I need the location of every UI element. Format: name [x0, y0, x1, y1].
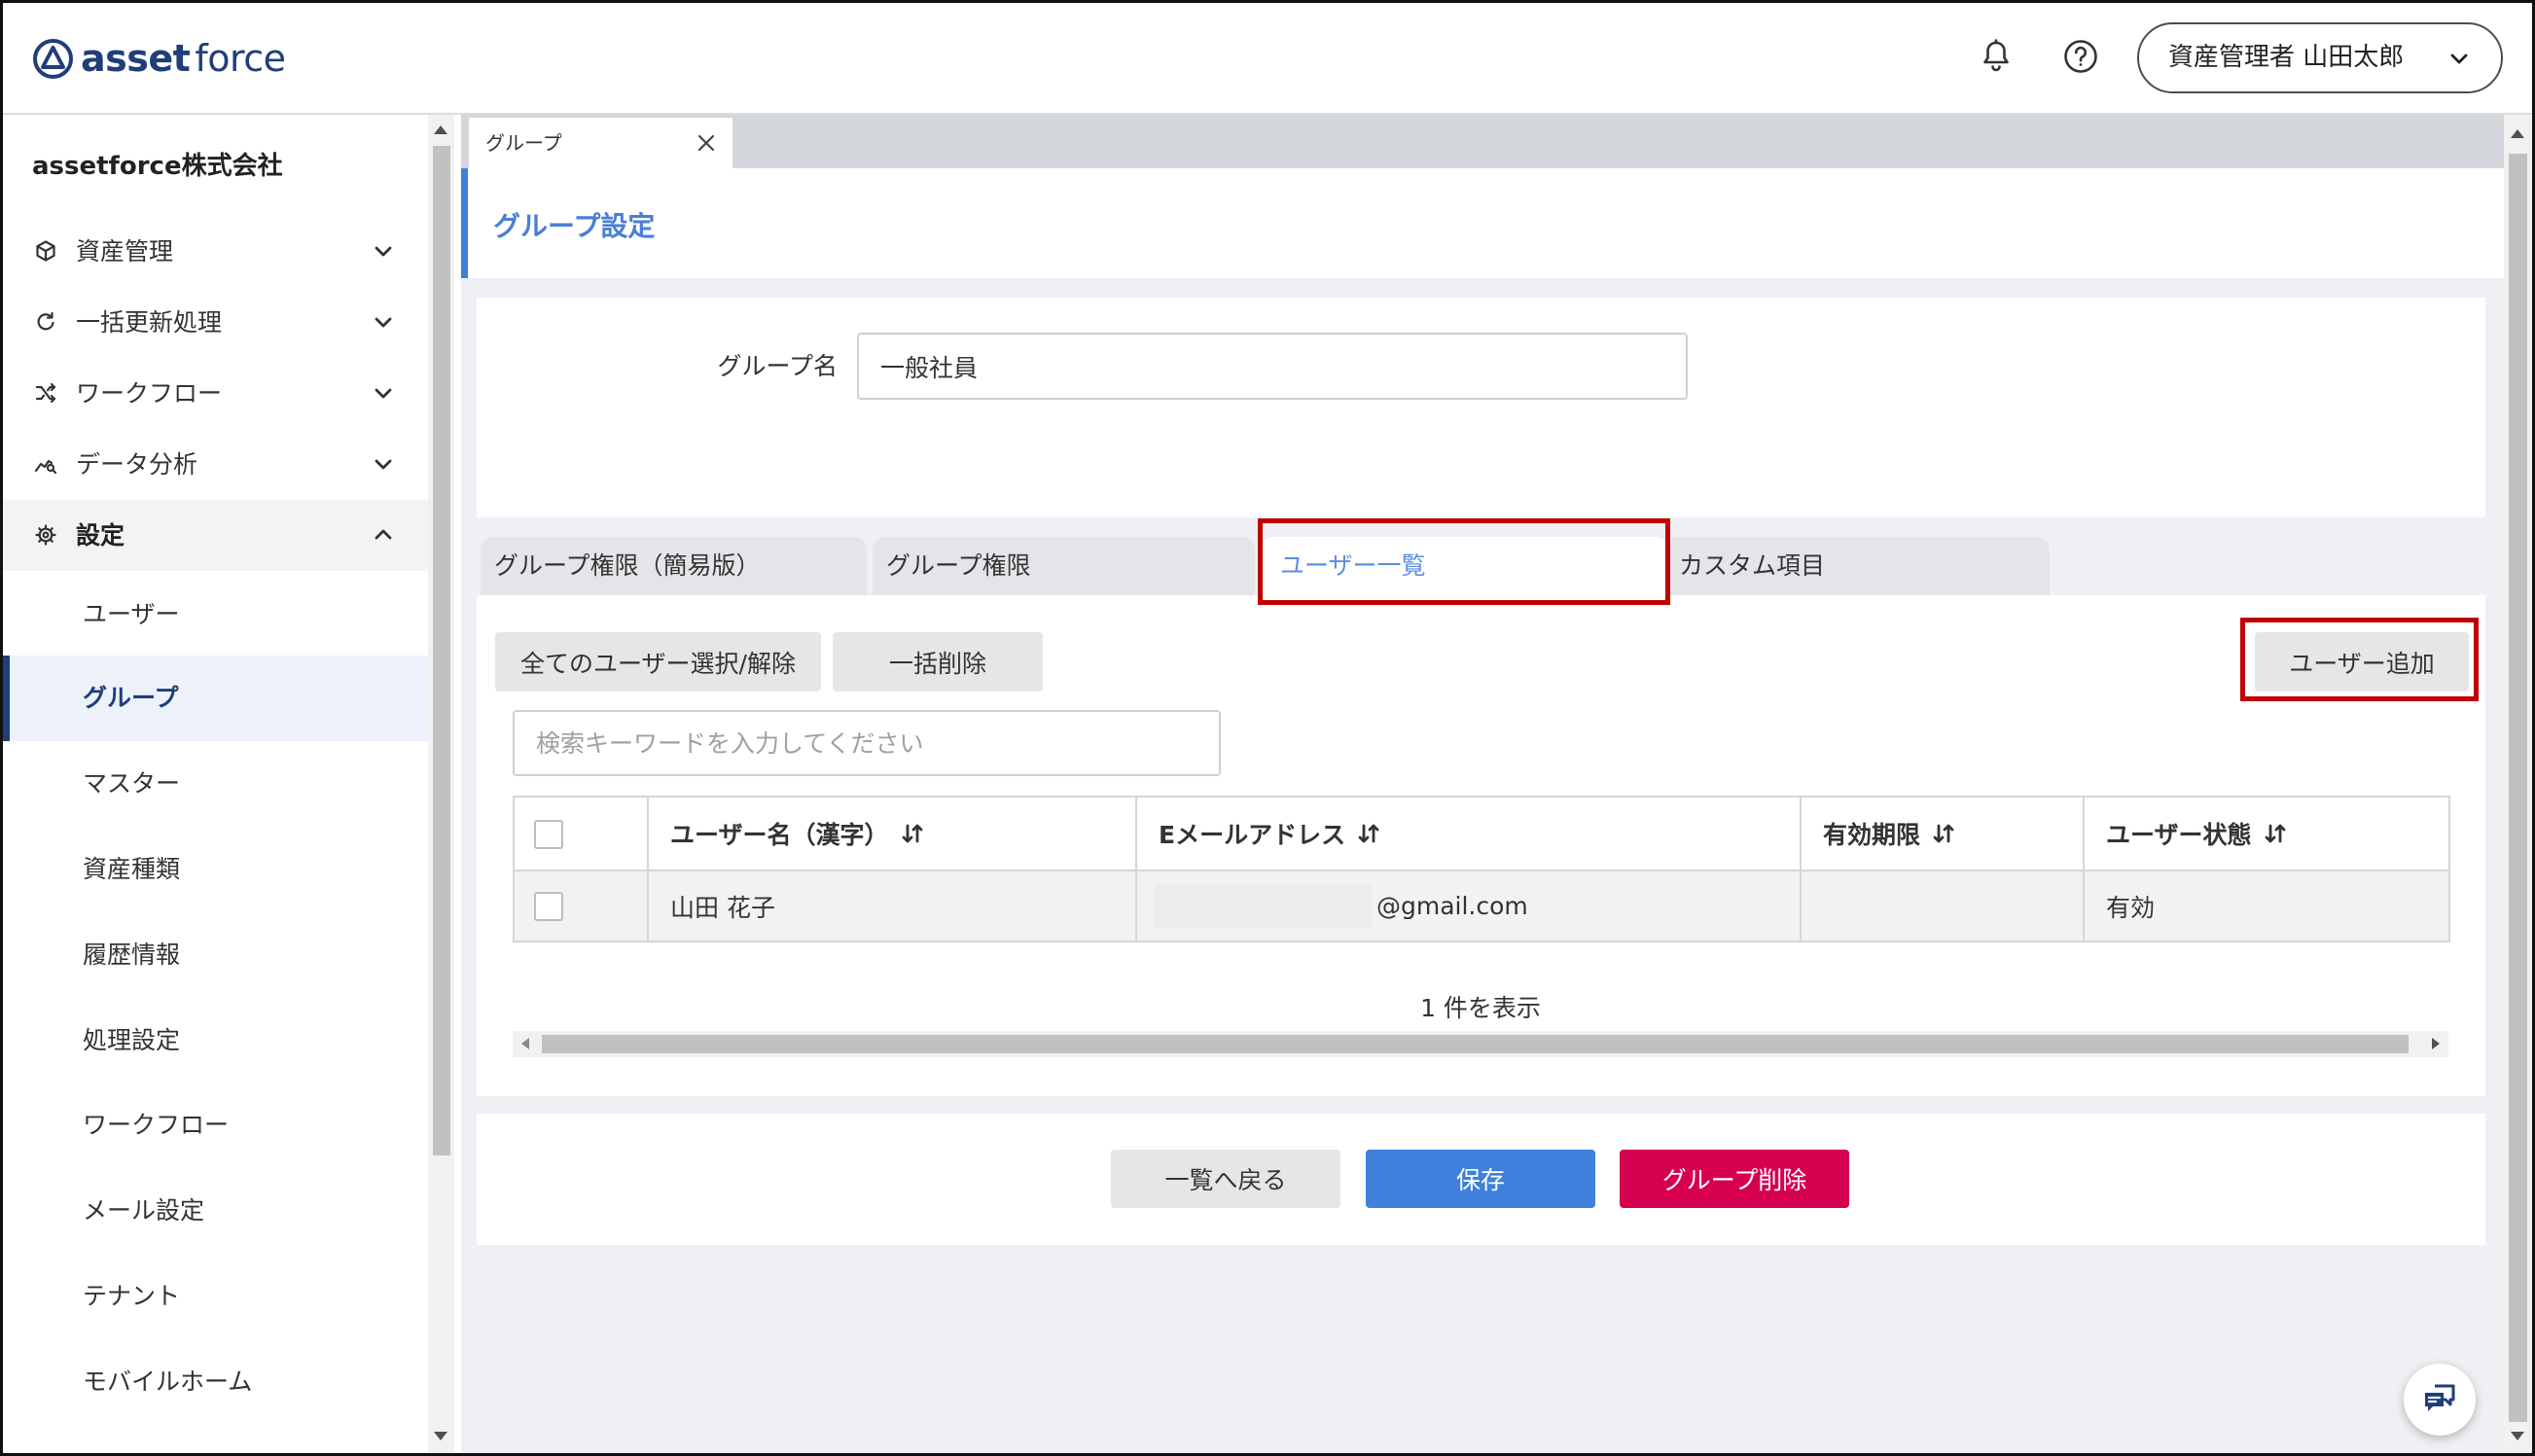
main-scrollbar-thumb[interactable]	[2509, 154, 2527, 1422]
sidebar-scroll-down-arrow[interactable]	[434, 1432, 447, 1440]
tab-group-permissions[interactable]: グループ権限	[873, 537, 1255, 595]
chat-support-button[interactable]	[2404, 1364, 2476, 1436]
title-accent-bar	[461, 168, 468, 278]
cell-expiry	[1800, 870, 2085, 942]
sort-arrows-icon[interactable]	[1357, 822, 1380, 845]
sidebar-item-label: 資産管理	[76, 237, 174, 266]
logo-text-bold: asset	[81, 37, 191, 80]
question-circle-icon[interactable]	[2062, 38, 2099, 75]
page-tab-strip	[461, 115, 2504, 168]
top-header: asset force 資産管理者 山田太郎	[0, 0, 2535, 115]
page-tab-group[interactable]: グループ	[469, 118, 732, 168]
cell-user-status: 有効	[2083, 870, 2450, 942]
sidebar-subitem-groups[interactable]: グループ	[0, 656, 428, 741]
delete-group-button[interactable]: グループ削除	[1620, 1150, 1849, 1208]
group-name-input[interactable]	[857, 333, 1688, 400]
group-name-label: グループ名	[717, 352, 838, 380]
result-count: 1 件を表示	[1420, 994, 1541, 1022]
select-all-checkbox[interactable]	[534, 819, 563, 849]
main-scroll-down-arrow[interactable]	[2511, 1432, 2524, 1440]
save-button[interactable]: 保存	[1366, 1150, 1595, 1208]
scroll-left-arrow[interactable]	[521, 1038, 529, 1049]
user-table: ユーザー名（漢字） Eメールアドレス 有効期限 ユーザー状態 山田 花子 @gm…	[513, 796, 2450, 942]
gear-icon	[35, 524, 56, 546]
page-title: グループ設定	[493, 210, 656, 242]
sort-arrows-icon[interactable]	[901, 822, 924, 845]
chevron-up-icon	[375, 529, 392, 540]
sidebar-subitem-workflow[interactable]: ワークフロー	[0, 1083, 428, 1168]
analytics-icon	[34, 459, 57, 475]
active-indicator	[3, 656, 10, 741]
chevron-down-icon	[375, 317, 392, 328]
main-scroll-up-arrow[interactable]	[2511, 129, 2524, 138]
sidebar-subitem-master[interactable]: マスター	[0, 741, 428, 827]
bulk-delete-button[interactable]: 一括削除	[833, 632, 1043, 692]
table-header-row: ユーザー名（漢字） Eメールアドレス 有効期限 ユーザー状態	[513, 796, 2450, 871]
table-scrollbar-thumb[interactable]	[542, 1035, 2409, 1053]
chevron-down-icon	[375, 246, 392, 257]
cube-icon	[36, 240, 55, 262]
sidebar-item-settings[interactable]: 設定	[0, 500, 428, 571]
sidebar-subitem-process-settings[interactable]: 処理設定	[0, 998, 428, 1083]
column-header-expiry[interactable]: 有効期限	[1800, 796, 2085, 871]
group-name-card	[477, 298, 2485, 517]
search-input[interactable]	[513, 710, 1221, 776]
refresh-icon	[37, 311, 54, 331]
email-domain: @gmail.com	[1376, 892, 1528, 920]
sidebar-item-label: 設定	[76, 521, 125, 550]
cell-user-name: 山田 花子	[647, 870, 1137, 942]
workflow-icon	[35, 382, 56, 404]
company-name: assetforce株式会社	[32, 152, 283, 181]
sort-arrows-icon[interactable]	[2264, 822, 2287, 845]
sidebar-subitem-mobile-home[interactable]: モバイルホーム	[0, 1339, 428, 1425]
header-checkbox-cell	[513, 796, 649, 871]
sidebar-item-bulk-update[interactable]: 一括更新処理	[0, 287, 428, 358]
scroll-right-arrow[interactable]	[2432, 1038, 2440, 1049]
select-all-users-button[interactable]: 全てのユーザー選択/解除	[495, 632, 821, 692]
sidebar-item-label: データ分析	[76, 450, 198, 479]
assetforce-logo-icon	[33, 39, 73, 79]
cell-email: @gmail.com	[1135, 870, 1802, 942]
chevron-down-icon	[2450, 53, 2468, 64]
chevron-down-icon	[375, 459, 392, 470]
sidebar-item-label: ワークフロー	[76, 379, 223, 408]
sidebar-subitem-mail-settings[interactable]: メール設定	[0, 1168, 428, 1254]
bell-icon[interactable]	[1979, 38, 2014, 75]
back-to-list-button[interactable]: 一覧へ戻る	[1111, 1150, 1340, 1208]
sidebar-item-workflow[interactable]: ワークフロー	[0, 358, 428, 429]
sidebar-scrollbar-thumb[interactable]	[433, 146, 450, 1155]
sidebar-item-asset-management[interactable]: 資産管理	[0, 216, 428, 287]
tab-group-permissions-simple[interactable]: グループ権限（簡易版）	[481, 537, 867, 595]
page-header: グループ設定	[461, 168, 2504, 278]
sidebar-subitem-tenant[interactable]: テナント	[0, 1254, 428, 1339]
column-header-email[interactable]: Eメールアドレス	[1135, 796, 1802, 871]
add-user-button[interactable]: ユーザー追加	[2255, 632, 2469, 692]
row-checkbox-cell	[513, 870, 649, 942]
close-icon[interactable]	[696, 133, 716, 153]
user-menu-dropdown[interactable]: 資産管理者 山田太郎	[2137, 22, 2503, 93]
user-menu-label: 資産管理者 山田太郎	[2168, 43, 2405, 72]
sidebar-subitem-asset-types[interactable]: 資産種類	[0, 827, 428, 912]
sidebar-scroll-up-arrow[interactable]	[434, 125, 447, 134]
assetforce-logo[interactable]: asset force	[32, 37, 286, 81]
column-header-user-status[interactable]: ユーザー状態	[2083, 796, 2450, 871]
sidebar-item-label: 一括更新処理	[76, 308, 223, 337]
page-tab-label: グループ	[485, 131, 562, 155]
chat-bubbles-icon	[2425, 1384, 2455, 1411]
sidebar-subitem-history[interactable]: 履歴情報	[0, 912, 428, 998]
sort-arrows-icon[interactable]	[1932, 822, 1955, 845]
redacted-email-local-part	[1155, 883, 1372, 929]
column-header-user-name[interactable]: ユーザー名（漢字）	[647, 796, 1137, 871]
row-checkbox[interactable]	[534, 892, 563, 921]
tab-user-list[interactable]: ユーザー一覧	[1261, 537, 1668, 595]
app-window: asset force 資産管理者 山田太郎 assetforce株式会社 資産…	[0, 0, 2535, 1456]
tab-custom-fields[interactable]: カスタム項目	[1665, 537, 2050, 595]
table-row[interactable]: 山田 花子 @gmail.com 有効	[513, 870, 2450, 942]
sidebar-item-data-analysis[interactable]: データ分析	[0, 429, 428, 500]
logo-text-light: force	[195, 37, 286, 80]
chevron-down-icon	[375, 388, 392, 399]
sidebar-subitem-users[interactable]: ユーザー	[0, 572, 428, 657]
